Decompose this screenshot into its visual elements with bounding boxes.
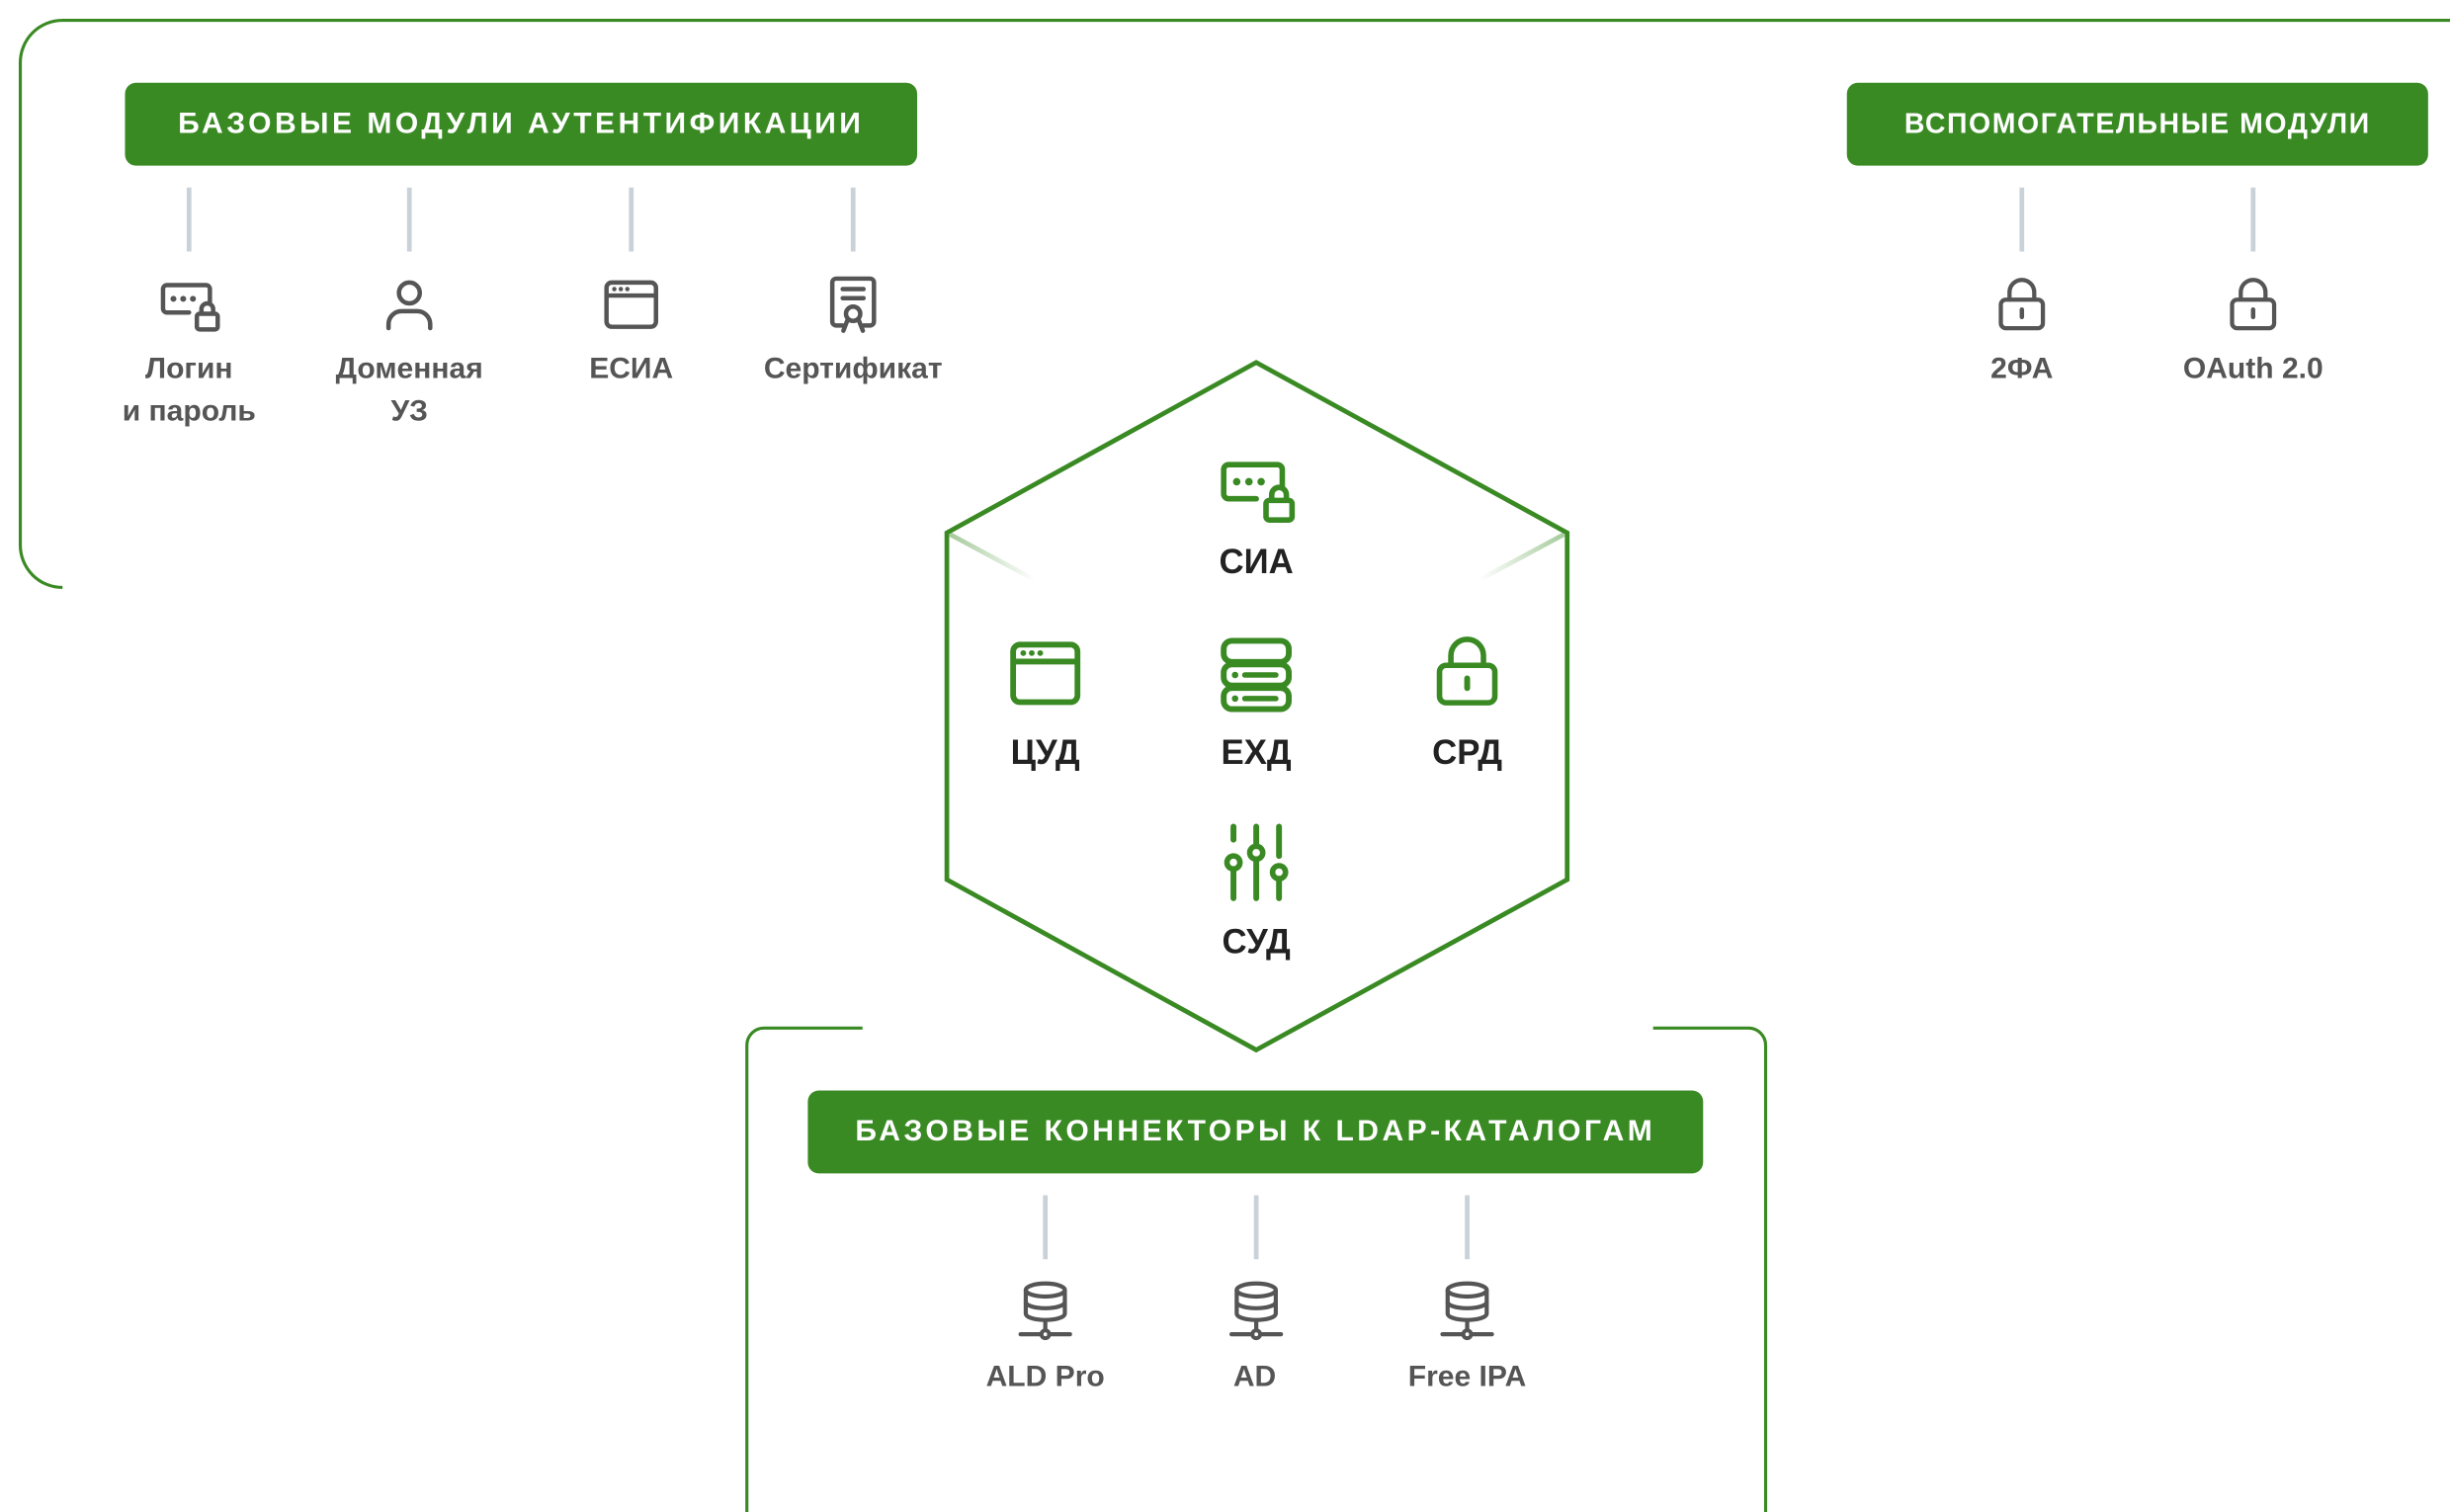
aux-modules-title: ВСПОМОГАТЕЛЬНЫЕ МОДУЛИ: [1846, 82, 2428, 166]
browser-window-icon: [600, 274, 662, 336]
database-network-icon: [1225, 1278, 1287, 1343]
label-line: 2ФА: [1990, 353, 2054, 386]
core-module-label: ЦУД: [1010, 732, 1080, 773]
core-module-label: ЕХД: [1221, 732, 1292, 773]
label-line: Сертификат: [763, 353, 943, 386]
auth-module-label: Сертификат: [728, 349, 978, 391]
database-network-icon: [1436, 1278, 1498, 1343]
auth-module-label: ЕСИА: [506, 349, 756, 391]
auth-modules-title: БАЗОВЫЕ МОДУЛИ АУТЕНТИФИКАЦИИ: [125, 82, 918, 166]
label-line: УЗ: [390, 394, 428, 429]
auth-module-label: Доменная УЗ: [285, 349, 535, 433]
label-line: Доменная: [335, 353, 483, 386]
browser-window-icon: [1005, 632, 1086, 714]
label-line: OAuth 2.0: [2182, 353, 2323, 386]
core-module-label: СИА: [1219, 542, 1294, 582]
certificate-icon: [822, 274, 885, 336]
core-module-label: СУД: [1222, 921, 1291, 962]
auth-module-label: Логин и пароль: [64, 349, 314, 433]
label-line: и пароль: [122, 394, 256, 429]
architecture-diagram: БАЗОВЫЕ МОДУЛИ АУТЕНТИФИКАЦИИ Логин и па…: [0, 0, 2450, 1512]
database-network-icon: [1014, 1278, 1076, 1343]
server-storage-icon: [1218, 635, 1296, 714]
ldap-connectors-title: БАЗОВЫЕ КОННЕКТОРЫ К LDAP-КАТАЛОГАМ: [807, 1090, 1704, 1174]
user-icon: [379, 274, 441, 336]
label-line: ЕСИА: [589, 353, 674, 386]
ldap-connector-label: Free IPA: [1342, 1356, 1592, 1398]
sliders-icon: [1218, 823, 1296, 901]
lock-icon: [2224, 275, 2283, 334]
core-module-label: СРД: [1432, 732, 1502, 773]
label-line: Логин: [145, 353, 233, 386]
aux-module-label: OAuth 2.0: [2128, 349, 2378, 391]
lock-icon: [1428, 632, 1506, 711]
aux-module-label: 2ФА: [1897, 349, 2147, 391]
label-line: Free IPA: [1407, 1361, 1527, 1394]
login-password-icon: [1218, 450, 1296, 528]
lock-icon: [1992, 275, 2052, 334]
login-password-icon: [158, 274, 220, 336]
